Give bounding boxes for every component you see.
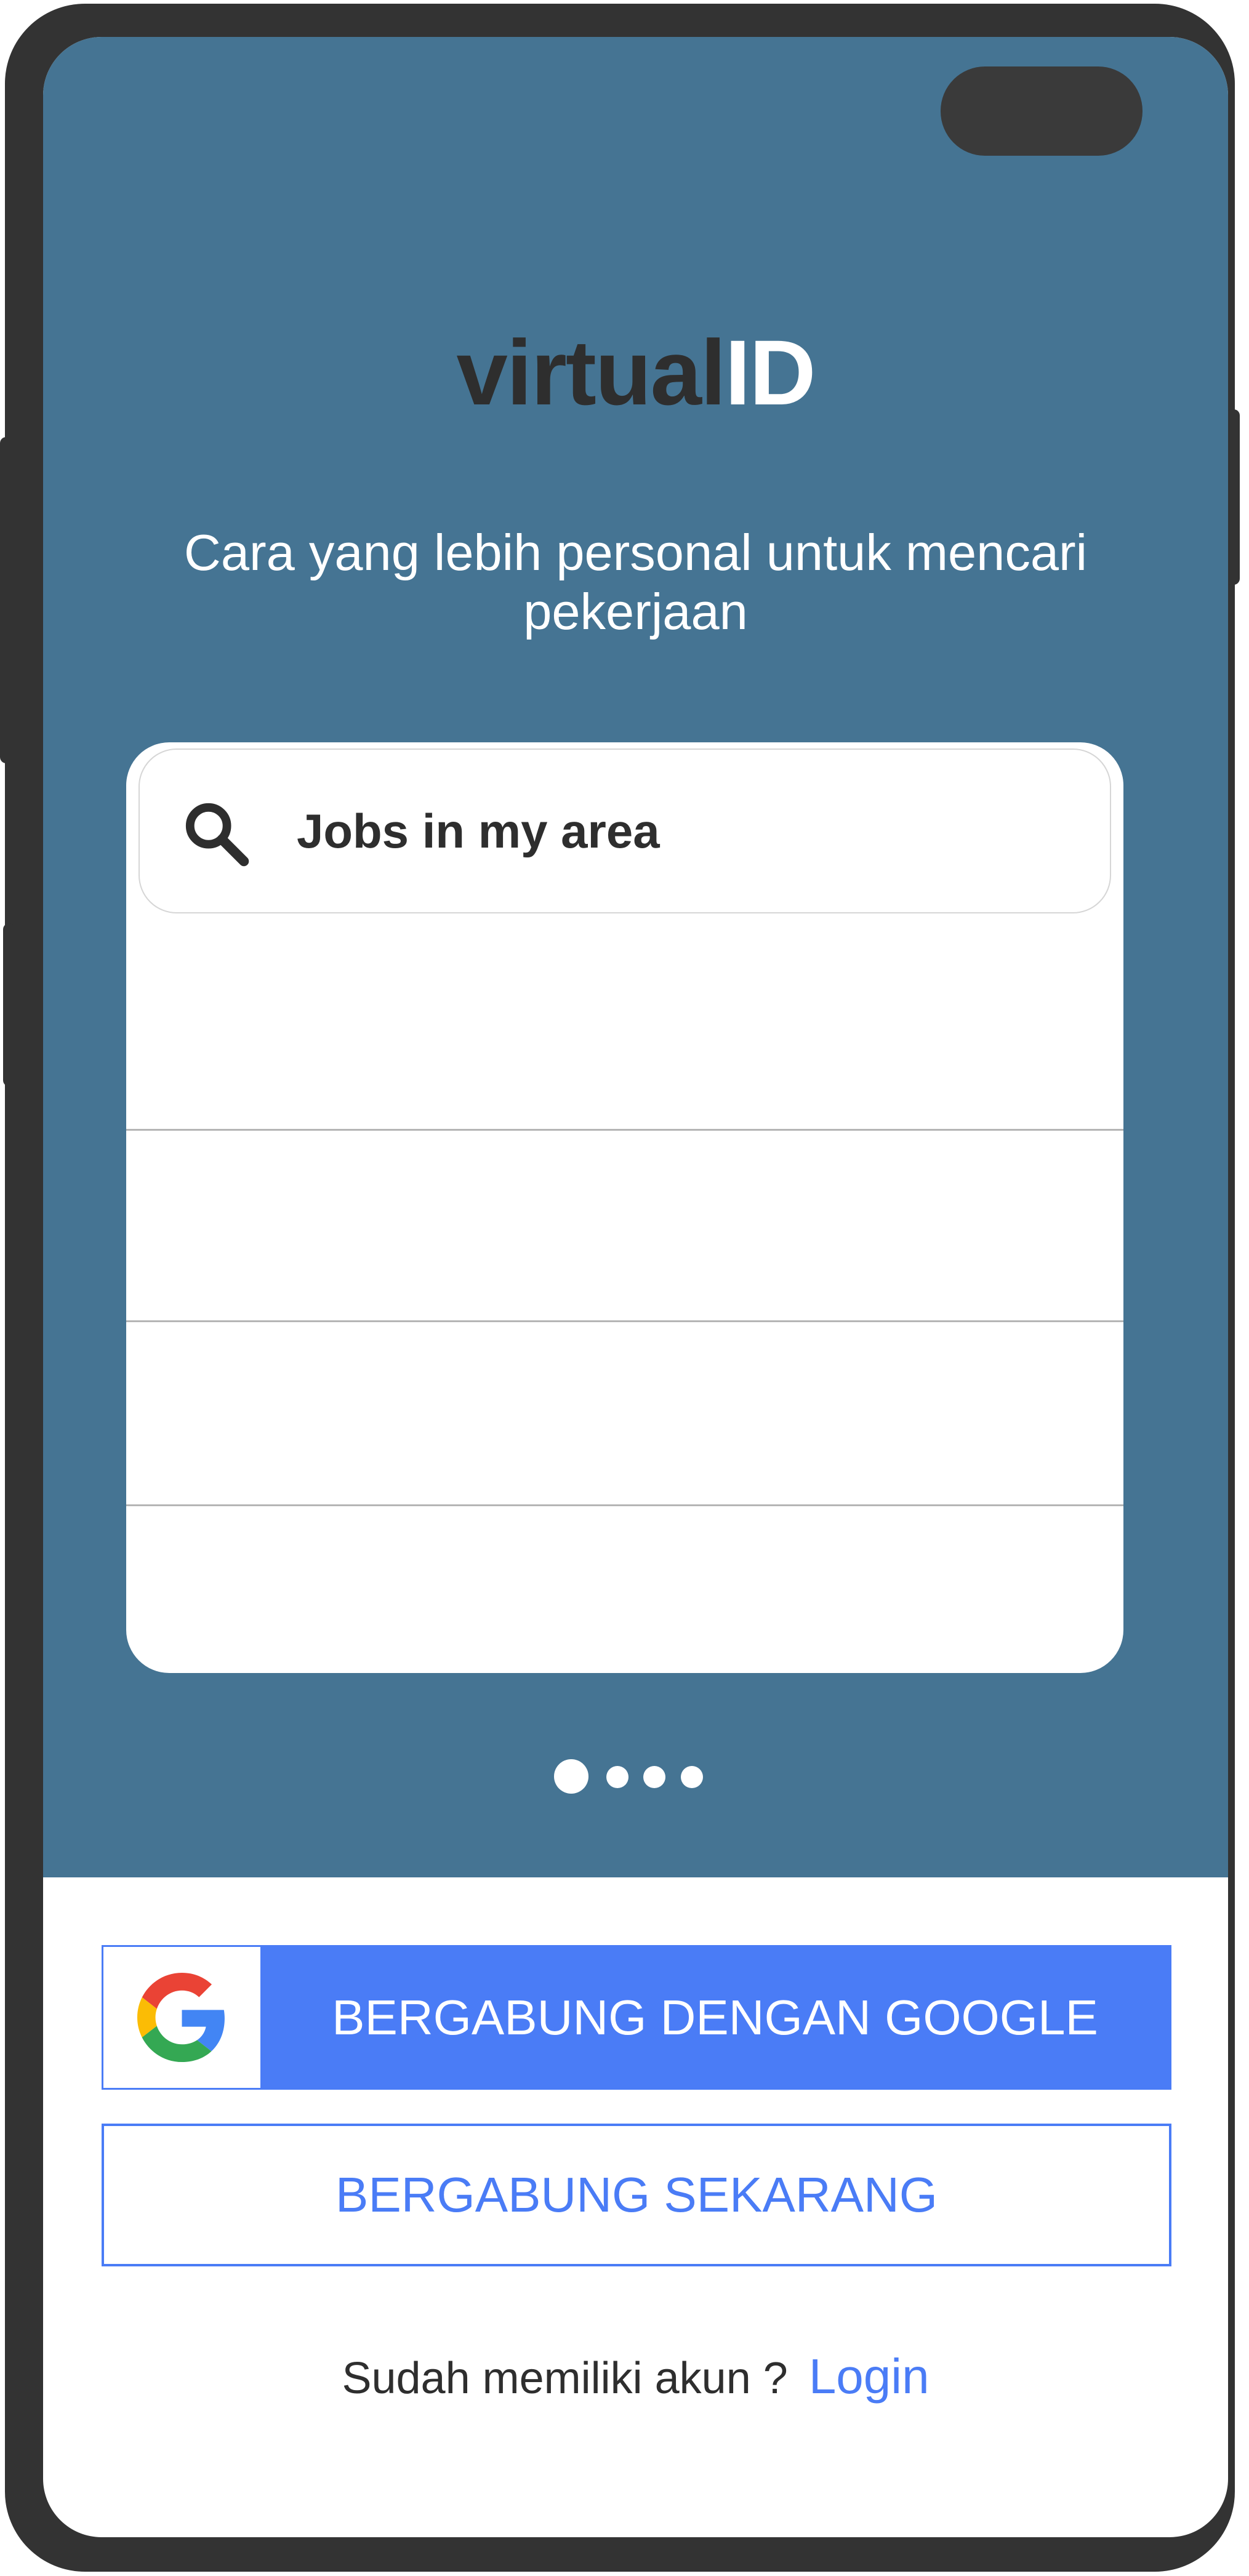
google-icon-box bbox=[103, 1947, 260, 2088]
logo-text-virtual: virtual bbox=[456, 321, 726, 424]
google-logo-icon bbox=[137, 1973, 225, 2062]
preview-card: Jobs in my area bbox=[126, 742, 1123, 1673]
app-logo: virtualID bbox=[43, 326, 1228, 419]
hero-section: virtualID Cara yang lebih personal untuk… bbox=[43, 37, 1228, 1877]
login-row: Sudah memiliki akun ? Login bbox=[43, 2348, 1228, 2405]
volume-down-button bbox=[3, 923, 15, 1086]
join-now-button[interactable]: BERGABUNG SEKARANG bbox=[102, 2124, 1171, 2266]
google-signup-label: BERGABUNG DENGAN GOOGLE bbox=[332, 1990, 1098, 2045]
carousel-dot[interactable] bbox=[643, 1766, 665, 1788]
list-divider bbox=[126, 1504, 1123, 1506]
search-bar[interactable]: Jobs in my area bbox=[139, 748, 1111, 913]
carousel-dot[interactable] bbox=[681, 1766, 703, 1788]
logo-text-id: ID bbox=[725, 321, 816, 424]
carousel-dot-active[interactable] bbox=[554, 1759, 588, 1794]
login-link[interactable]: Login bbox=[809, 2349, 930, 2404]
volume-up-button bbox=[0, 437, 12, 763]
google-signup-button[interactable]: BERGABUNG DENGAN GOOGLE bbox=[102, 1945, 1171, 2090]
tagline: Cara yang lebih personal untuk mencari p… bbox=[183, 524, 1088, 640]
login-prompt: Sudah memiliki akun ? bbox=[342, 2354, 788, 2403]
list-divider bbox=[126, 1129, 1123, 1131]
carousel-dot[interactable] bbox=[606, 1766, 629, 1788]
list-divider bbox=[126, 1320, 1123, 1322]
front-camera bbox=[941, 66, 1143, 156]
search-label: Jobs in my area bbox=[297, 804, 660, 858]
phone-screen: virtualID Cara yang lebih personal untuk… bbox=[43, 37, 1228, 2537]
search-icon bbox=[185, 803, 249, 867]
